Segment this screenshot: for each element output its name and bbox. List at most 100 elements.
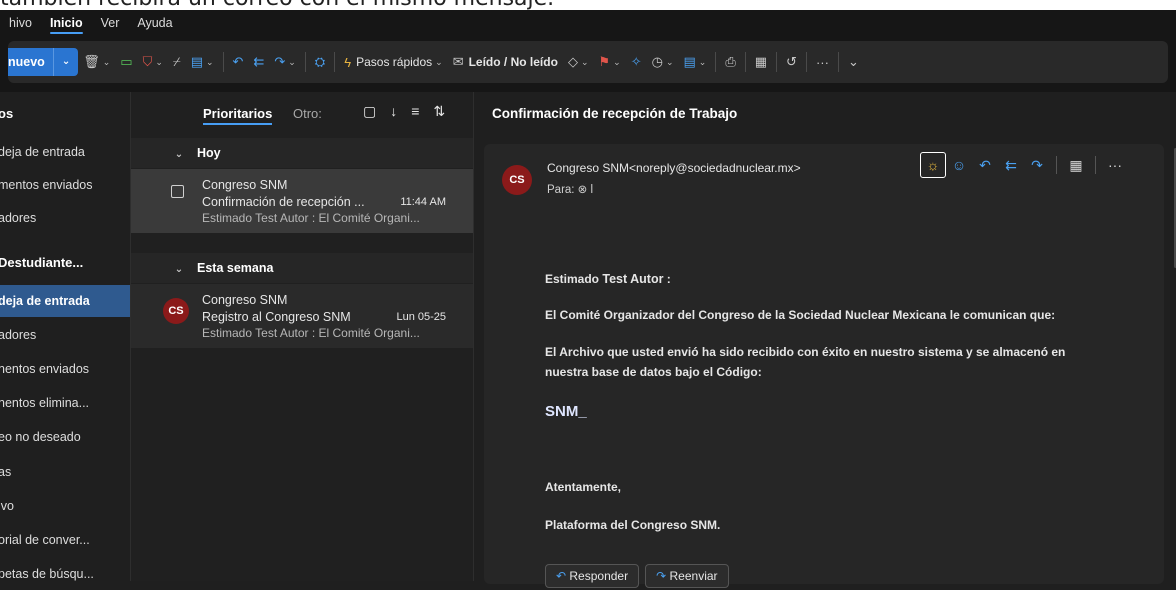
folder-label: as [0,465,12,479]
new-mail-button[interactable]: nuevo ⌄ [8,48,79,76]
folder-label: os [0,106,14,121]
message-preview: Estimado Test Autor : El Comité Organi..… [202,211,420,225]
folder-group-favorites[interactable]: os [0,98,130,130]
chevron-down-icon: ⌄ [174,264,184,275]
folder-search-folders[interactable]: petas de búsqu... [0,558,130,590]
chevron-down-icon: ⌄ [155,56,163,67]
recipients[interactable]: Para: ⊗ l [547,182,593,196]
more-button[interactable]: ··· [811,48,834,76]
teams-icon: ⛭ [314,54,326,69]
select-checkbox[interactable] [171,185,184,198]
lightning-icon: ϟ [344,54,352,70]
more-icon: ··· [815,54,829,70]
sort-icon[interactable]: ⇅ [433,103,445,120]
rules-button[interactable]: ▤ ⌄ [678,48,711,76]
undo-button[interactable]: ↺ [781,48,802,76]
message-actions: ☼ ☺ ↶ ⇇ ↷ ▦ ··· [920,152,1128,178]
chevron-down-icon: ⌄ [613,56,621,67]
report-button[interactable]: ⛉ ⌄ [138,48,168,76]
flag-button[interactable]: ⚑ ⌄ [593,48,625,76]
ribbon-toolbar: nuevo ⌄ 🗑 ⌄ ▭ ⛉ ⌄ ⌿ ▤ ⌄ ↶ ⇇ ↷ ⌄ ⛭ ϟ Pasos ráp… [0,37,1176,92]
list-item[interactable]: Congreso SNM Confirmación de recepción .… [131,169,474,233]
message-time: 11:44 AM [400,196,446,208]
tab-focused[interactable]: Prioritarios [203,106,273,125]
message-subject: Registro al Congreso SNM [202,310,351,324]
folder-inbox[interactable]: deja de entrada [0,285,130,317]
folder-inbox-fav[interactable]: deja de entrada [0,136,130,168]
folder-junk[interactable]: eo no deseado [0,421,130,453]
message-list-pane: Prioritarios Otro: ▢ ↓ ≡ ⇅ ⌄ Hoy Congreso… [130,92,474,581]
folder-label: deja de entrada [0,145,85,159]
avatar: CS [163,298,189,324]
reply-all-button[interactable]: ⇇ [248,48,269,76]
select-mode-icon[interactable]: ▢ [363,103,376,120]
apps-icon[interactable]: ▦ [1063,152,1089,178]
folder-drafts-fav[interactable]: adores [0,202,130,234]
jump-to-icon[interactable]: ↓ [390,103,397,120]
read-unread-button[interactable]: ✉ Leído / No leído [448,48,563,76]
tag-button[interactable]: ◇ ⌄ [563,48,594,76]
message-from: Congreso SNM [202,178,288,192]
chevron-down-icon[interactable]: ⌄ [52,48,78,76]
separator [334,52,336,72]
delete-button[interactable]: 🗑 ⌄ [78,48,115,76]
signature: Plataforma del Congreso SNM. [545,518,721,532]
folder-group-account[interactable]: Destudiante... [0,247,130,279]
folder-deleted[interactable]: nentos elimina... [0,387,130,419]
message-preview: Estimado Test Autor : El Comité Organi..… [202,326,420,340]
folder-drafts[interactable]: adores [0,319,130,351]
sweep-button[interactable]: ⌿ [168,48,186,76]
chevron-down-icon: ⌄ [698,56,707,67]
print-button[interactable]: ⎙ [720,48,740,76]
reply-button[interactable]: ↶ [228,48,249,76]
group-header-today[interactable]: ⌄ Hoy [131,138,474,168]
group-label: Esta semana [197,261,274,275]
teams-button[interactable]: ⛭ [310,48,330,76]
filter-icon[interactable]: ≡ [411,103,419,120]
folder-sent[interactable]: nentos enviados [0,353,130,385]
more-icon[interactable]: ··· [1102,152,1128,178]
menu-inicio[interactable]: Inicio [41,10,92,37]
menu-archivo[interactable]: hivo [0,10,41,37]
list-item[interactable]: CS Congreso SNM Registro al Congreso SNM… [131,284,474,348]
caption-text: también recibirá un correo con el mismo … [0,0,554,10]
clock-icon: ◷ [651,54,663,69]
folder-pane: os deja de entrada mentos enviados adore… [0,92,130,581]
pin-button[interactable]: ✧ [626,48,647,76]
move-button[interactable]: ▤ ⌄ [186,48,219,76]
quick-steps-button[interactable]: ϟ Pasos rápidos ⌄ [339,48,447,76]
separator [1056,156,1057,174]
archive-button[interactable]: ▭ [115,48,137,76]
emoji-icon[interactable]: ☺ [946,152,972,178]
shield-icon: ⛉ [142,54,153,69]
menu-ayuda[interactable]: Ayuda [128,10,181,37]
sun-icon[interactable]: ☼ [920,152,946,178]
list-header-icons: ▢ ↓ ≡ ⇅ [363,103,445,120]
chevron-down-icon: ⌄ [580,56,589,67]
folder-sent-fav[interactable]: mentos enviados [0,169,130,201]
body-paragraph-2a: El Archivo que usted envió ha sido recib… [545,345,1066,359]
forward-button[interactable]: ↷ Reenviar [645,564,729,588]
folder-notes[interactable]: as [0,456,130,488]
reply-button[interactable]: ↶ Responder [545,564,640,588]
message-time: Lun 05-25 [396,311,446,323]
separator [1095,156,1096,174]
group-header-this-week[interactable]: ⌄ Esta semana [131,253,474,283]
folder-archive[interactable]: ivo [0,490,130,522]
snooze-button[interactable]: ◷ ⌄ [647,48,679,76]
closing: Atentamente, [545,480,622,494]
chevron-down-icon: ⌄ [847,54,859,69]
forward-icon[interactable]: ↷ [1024,152,1050,178]
menu-ver[interactable]: Ver [92,10,129,37]
sender[interactable]: Congreso SNM<noreply@sociedadnuclear.mx> [547,161,801,175]
greeting-name: Test Autor [602,272,664,286]
folder-label: adores [0,211,37,225]
reply-icon[interactable]: ↶ [972,152,998,178]
apps-button[interactable]: ▦ [750,48,772,76]
tab-other[interactable]: Otro: [293,106,322,121]
forward-button[interactable]: ↷ ⌄ [269,48,300,76]
separator [715,52,717,72]
folder-conversation-history[interactable]: orial de conver... [0,524,130,556]
expand-ribbon-button[interactable]: ⌄ [843,48,864,76]
reply-all-icon[interactable]: ⇇ [998,152,1024,178]
